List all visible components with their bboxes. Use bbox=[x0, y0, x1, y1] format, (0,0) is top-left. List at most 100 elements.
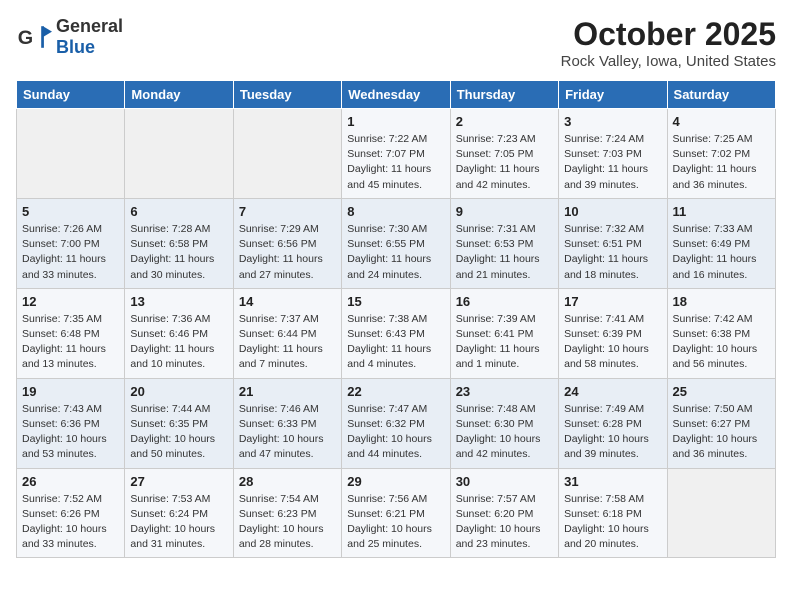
calendar-week-4: 26 Sunrise: 7:52 AMSunset: 6:26 PMDayligh… bbox=[17, 468, 776, 558]
calendar-table: SundayMondayTuesdayWednesdayThursdayFrid… bbox=[16, 80, 776, 558]
day-number: 17 bbox=[564, 294, 661, 309]
calendar-cell: 2 Sunrise: 7:23 AMSunset: 7:05 PMDaylight… bbox=[450, 109, 558, 199]
day-info: Sunrise: 7:38 AMSunset: 6:43 PMDaylight:… bbox=[347, 312, 444, 373]
svg-text:G: G bbox=[18, 27, 33, 49]
day-number: 29 bbox=[347, 474, 444, 489]
day-number: 8 bbox=[347, 204, 444, 219]
logo-text-blue: Blue bbox=[56, 37, 95, 57]
day-number: 24 bbox=[564, 384, 661, 399]
calendar-cell: 25Sunrise: 7:50 AMSunset: 6:27 PMDayligh… bbox=[667, 378, 775, 468]
calendar-cell bbox=[125, 109, 233, 199]
day-number: 15 bbox=[347, 294, 444, 309]
calendar-cell: 10Sunrise: 7:32 AMSunset: 6:51 PMDayligh… bbox=[559, 198, 667, 288]
day-number: 30 bbox=[456, 474, 553, 489]
day-number: 1 bbox=[347, 114, 444, 129]
calendar-cell: 7 Sunrise: 7:29 AMSunset: 6:56 PMDaylight… bbox=[233, 198, 341, 288]
calendar-cell: 20Sunrise: 7:44 AMSunset: 6:35 PMDayligh… bbox=[125, 378, 233, 468]
day-info: Sunrise: 7:47 AMSunset: 6:32 PMDaylight:… bbox=[347, 402, 444, 463]
calendar-cell: 22 Sunrise: 7:47 AMSunset: 6:32 PMDayligh… bbox=[342, 378, 450, 468]
calendar-week-3: 19 Sunrise: 7:43 AMSunset: 6:36 PMDayligh… bbox=[17, 378, 776, 468]
day-number: 2 bbox=[456, 114, 553, 129]
calendar-cell: 23 Sunrise: 7:48 AMSunset: 6:30 PMDayligh… bbox=[450, 378, 558, 468]
calendar-week-0: 1 Sunrise: 7:22 AMSunset: 7:07 PMDaylight… bbox=[17, 109, 776, 199]
calendar-cell: 30 Sunrise: 7:57 AMSunset: 6:20 PMDayligh… bbox=[450, 468, 558, 558]
day-info: Sunrise: 7:24 AMSunset: 7:03 PMDaylight:… bbox=[564, 132, 661, 193]
day-info: Sunrise: 7:52 AMSunset: 6:26 PMDaylight:… bbox=[22, 492, 119, 553]
day-number: 22 bbox=[347, 384, 444, 399]
weekday-monday: Monday bbox=[125, 81, 233, 109]
calendar-cell: 19 Sunrise: 7:43 AMSunset: 6:36 PMDayligh… bbox=[17, 378, 125, 468]
calendar-cell: 24 Sunrise: 7:49 AMSunset: 6:28 PMDayligh… bbox=[559, 378, 667, 468]
day-info: Sunrise: 7:42 AMSunset: 6:38 PMDaylight:… bbox=[673, 312, 770, 373]
weekday-header-row: SundayMondayTuesdayWednesdayThursdayFrid… bbox=[17, 81, 776, 109]
weekday-wednesday: Wednesday bbox=[342, 81, 450, 109]
day-number: 23 bbox=[456, 384, 553, 399]
day-info: Sunrise: 7:28 AMSunset: 6:58 PMDaylight:… bbox=[130, 222, 227, 283]
day-number: 18 bbox=[673, 294, 770, 309]
calendar-cell: 14 Sunrise: 7:37 AMSunset: 6:44 PMDayligh… bbox=[233, 288, 341, 378]
day-info: Sunrise: 7:53 AMSunset: 6:24 PMDaylight:… bbox=[130, 492, 227, 553]
day-info: Sunrise: 7:54 AMSunset: 6:23 PMDaylight:… bbox=[239, 492, 336, 553]
day-info: Sunrise: 7:56 AMSunset: 6:21 PMDaylight:… bbox=[347, 492, 444, 553]
calendar-cell bbox=[233, 109, 341, 199]
day-number: 31 bbox=[564, 474, 661, 489]
weekday-sunday: Sunday bbox=[17, 81, 125, 109]
location: Rock Valley, Iowa, United States bbox=[561, 53, 776, 70]
calendar-cell: 5 Sunrise: 7:26 AMSunset: 7:00 PMDaylight… bbox=[17, 198, 125, 288]
weekday-saturday: Saturday bbox=[667, 81, 775, 109]
calendar-body: 1 Sunrise: 7:22 AMSunset: 7:07 PMDaylight… bbox=[17, 109, 776, 558]
month-title: October 2025 bbox=[561, 16, 776, 53]
day-info: Sunrise: 7:26 AMSunset: 7:00 PMDaylight:… bbox=[22, 222, 119, 283]
day-number: 4 bbox=[673, 114, 770, 129]
day-info: Sunrise: 7:44 AMSunset: 6:35 PMDaylight:… bbox=[130, 402, 227, 463]
calendar-cell: 8Sunrise: 7:30 AMSunset: 6:55 PMDaylight… bbox=[342, 198, 450, 288]
calendar-cell: 9Sunrise: 7:31 AMSunset: 6:53 PMDaylight… bbox=[450, 198, 558, 288]
day-number: 13 bbox=[130, 294, 227, 309]
day-number: 12 bbox=[22, 294, 119, 309]
day-info: Sunrise: 7:29 AMSunset: 6:56 PMDaylight:… bbox=[239, 222, 336, 283]
calendar-week-1: 5 Sunrise: 7:26 AMSunset: 7:00 PMDaylight… bbox=[17, 198, 776, 288]
calendar-cell: 11Sunrise: 7:33 AMSunset: 6:49 PMDayligh… bbox=[667, 198, 775, 288]
day-number: 26 bbox=[22, 474, 119, 489]
day-info: Sunrise: 7:58 AMSunset: 6:18 PMDaylight:… bbox=[564, 492, 661, 553]
logo-icon: G bbox=[16, 19, 52, 55]
weekday-thursday: Thursday bbox=[450, 81, 558, 109]
day-number: 6 bbox=[130, 204, 227, 219]
calendar-cell: 28Sunrise: 7:54 AMSunset: 6:23 PMDayligh… bbox=[233, 468, 341, 558]
day-info: Sunrise: 7:48 AMSunset: 6:30 PMDaylight:… bbox=[456, 402, 553, 463]
day-number: 7 bbox=[239, 204, 336, 219]
day-number: 16 bbox=[456, 294, 553, 309]
calendar-cell: 3 Sunrise: 7:24 AMSunset: 7:03 PMDaylight… bbox=[559, 109, 667, 199]
day-info: Sunrise: 7:39 AMSunset: 6:41 PMDaylight:… bbox=[456, 312, 553, 373]
day-number: 3 bbox=[564, 114, 661, 129]
calendar-week-2: 12Sunrise: 7:35 AMSunset: 6:48 PMDayligh… bbox=[17, 288, 776, 378]
day-info: Sunrise: 7:32 AMSunset: 6:51 PMDaylight:… bbox=[564, 222, 661, 283]
day-number: 11 bbox=[673, 204, 770, 219]
calendar-cell: 21Sunrise: 7:46 AMSunset: 6:33 PMDayligh… bbox=[233, 378, 341, 468]
day-info: Sunrise: 7:46 AMSunset: 6:33 PMDaylight:… bbox=[239, 402, 336, 463]
day-number: 25 bbox=[673, 384, 770, 399]
day-info: Sunrise: 7:37 AMSunset: 6:44 PMDaylight:… bbox=[239, 312, 336, 373]
day-info: Sunrise: 7:43 AMSunset: 6:36 PMDaylight:… bbox=[22, 402, 119, 463]
calendar-cell: 27Sunrise: 7:53 AMSunset: 6:24 PMDayligh… bbox=[125, 468, 233, 558]
day-number: 5 bbox=[22, 204, 119, 219]
calendar-cell bbox=[17, 109, 125, 199]
calendar-cell: 26 Sunrise: 7:52 AMSunset: 6:26 PMDayligh… bbox=[17, 468, 125, 558]
weekday-friday: Friday bbox=[559, 81, 667, 109]
calendar-cell bbox=[667, 468, 775, 558]
day-info: Sunrise: 7:57 AMSunset: 6:20 PMDaylight:… bbox=[456, 492, 553, 553]
day-number: 14 bbox=[239, 294, 336, 309]
page-header: G General Blue October 2025 Rock Valley,… bbox=[16, 16, 776, 70]
calendar-cell: 6 Sunrise: 7:28 AMSunset: 6:58 PMDaylight… bbox=[125, 198, 233, 288]
title-block: October 2025 Rock Valley, Iowa, United S… bbox=[561, 16, 776, 70]
logo: G General Blue bbox=[16, 16, 123, 58]
day-info: Sunrise: 7:23 AMSunset: 7:05 PMDaylight:… bbox=[456, 132, 553, 193]
day-info: Sunrise: 7:22 AMSunset: 7:07 PMDaylight:… bbox=[347, 132, 444, 193]
calendar-cell: 29 Sunrise: 7:56 AMSunset: 6:21 PMDayligh… bbox=[342, 468, 450, 558]
logo-text-general: General bbox=[56, 16, 123, 36]
calendar-cell: 4Sunrise: 7:25 AMSunset: 7:02 PMDaylight… bbox=[667, 109, 775, 199]
day-info: Sunrise: 7:49 AMSunset: 6:28 PMDaylight:… bbox=[564, 402, 661, 463]
day-number: 19 bbox=[22, 384, 119, 399]
calendar-cell: 17Sunrise: 7:41 AMSunset: 6:39 PMDayligh… bbox=[559, 288, 667, 378]
calendar-header: SundayMondayTuesdayWednesdayThursdayFrid… bbox=[17, 81, 776, 109]
